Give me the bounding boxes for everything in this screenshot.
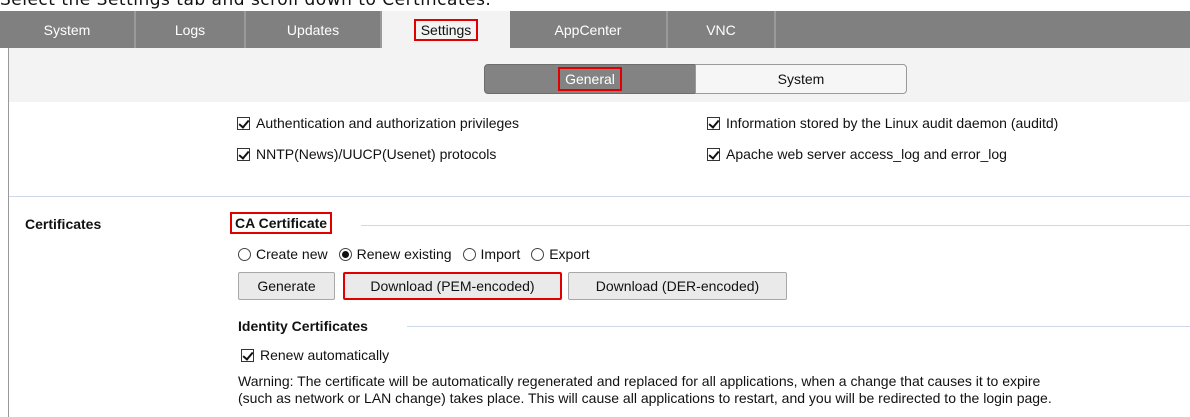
subtab-system[interactable]: System — [695, 64, 907, 94]
option-label: Information stored by the Linux audit da… — [726, 115, 1059, 131]
tab-label: Logs — [174, 21, 206, 38]
checkbox-checked-icon[interactable] — [707, 116, 720, 130]
radio-export[interactable] — [531, 247, 545, 261]
option-label: NNTP(News)/UUCP(Usenet) protocols — [256, 146, 497, 162]
section-divider — [9, 196, 1190, 197]
radio-create-new[interactable] — [238, 247, 251, 261]
tab-label: System — [43, 21, 91, 38]
tab-updates[interactable]: Updates — [246, 11, 382, 48]
log-option-apache[interactable]: Apache web server access_log and error_l… — [707, 146, 1007, 162]
ca-mode-radio-group: Create new Renew existing Import Export — [238, 246, 590, 262]
warning-line: (such as network or LAN change) takes pl… — [238, 390, 1052, 406]
log-option-auth[interactable]: Authentication and authorization privile… — [237, 115, 519, 131]
ca-certificate-header: CA Certificate — [230, 212, 333, 234]
button-label: Download (PEM-encoded) — [370, 278, 535, 294]
radio-label: Create new — [256, 246, 328, 262]
ca-title-rule — [361, 225, 1190, 226]
tab-system[interactable]: System — [0, 11, 136, 48]
checkbox-checked-icon[interactable] — [237, 147, 250, 161]
radio-renew-existing[interactable] — [338, 247, 352, 261]
log-option-auditd[interactable]: Information stored by the Linux audit da… — [707, 115, 1058, 131]
download-der-button[interactable]: Download (DER-encoded) — [568, 272, 787, 300]
tab-label: AppCenter — [554, 21, 622, 38]
subtab-bar: General System — [9, 48, 1190, 102]
log-option-nntp[interactable]: NNTP(News)/UUCP(Usenet) protocols — [237, 146, 496, 162]
tab-appcenter[interactable]: AppCenter — [510, 11, 668, 48]
tab-label: Updates — [286, 21, 340, 38]
tab-label: Settings — [413, 18, 479, 41]
tab-label: VNC — [706, 21, 736, 38]
certificates-section-label: Certificates — [25, 216, 102, 232]
button-label: Generate — [257, 278, 316, 294]
option-label: Renew automatically — [260, 347, 390, 363]
ca-certificate-title: CA Certificate — [230, 212, 333, 234]
tab-logs[interactable]: Logs — [136, 11, 246, 48]
identity-certificates-title: Identity Certificates — [238, 318, 368, 334]
option-label: Apache web server access_log and error_l… — [726, 146, 1007, 162]
download-pem-button[interactable]: Download (PEM-encoded) — [343, 272, 562, 300]
tab-settings[interactable]: Settings — [382, 11, 510, 48]
radio-label: Import — [480, 246, 521, 262]
subtab-label: System — [777, 71, 825, 87]
button-label: Download (DER-encoded) — [595, 278, 760, 294]
checkbox-checked-icon[interactable] — [241, 348, 254, 362]
radio-label: Export — [549, 246, 590, 262]
subtab-label: General — [558, 67, 622, 91]
tab-vnc[interactable]: VNC — [668, 11, 776, 48]
settings-panel: General System Authentication and author… — [8, 48, 1190, 417]
renew-automatically-option[interactable]: Renew automatically — [241, 347, 389, 363]
option-label: Authentication and authorization privile… — [256, 115, 520, 131]
checkbox-checked-icon[interactable] — [707, 147, 720, 161]
instruction-caption: Select the Settings tab and scroll down … — [0, 0, 492, 10]
main-tab-bar: System Logs Updates Settings AppCenter V… — [0, 11, 1190, 48]
checkbox-checked-icon[interactable] — [237, 116, 250, 130]
warning-line: Warning: The certificate will be automat… — [238, 373, 1041, 389]
generate-button[interactable]: Generate — [238, 272, 335, 300]
identity-title-rule — [407, 326, 1190, 327]
radio-label: Renew existing — [356, 246, 452, 262]
radio-import[interactable] — [462, 247, 476, 261]
subtab-general[interactable]: General — [484, 64, 696, 94]
renewal-warning: Warning: The certificate will be automat… — [238, 373, 1188, 407]
